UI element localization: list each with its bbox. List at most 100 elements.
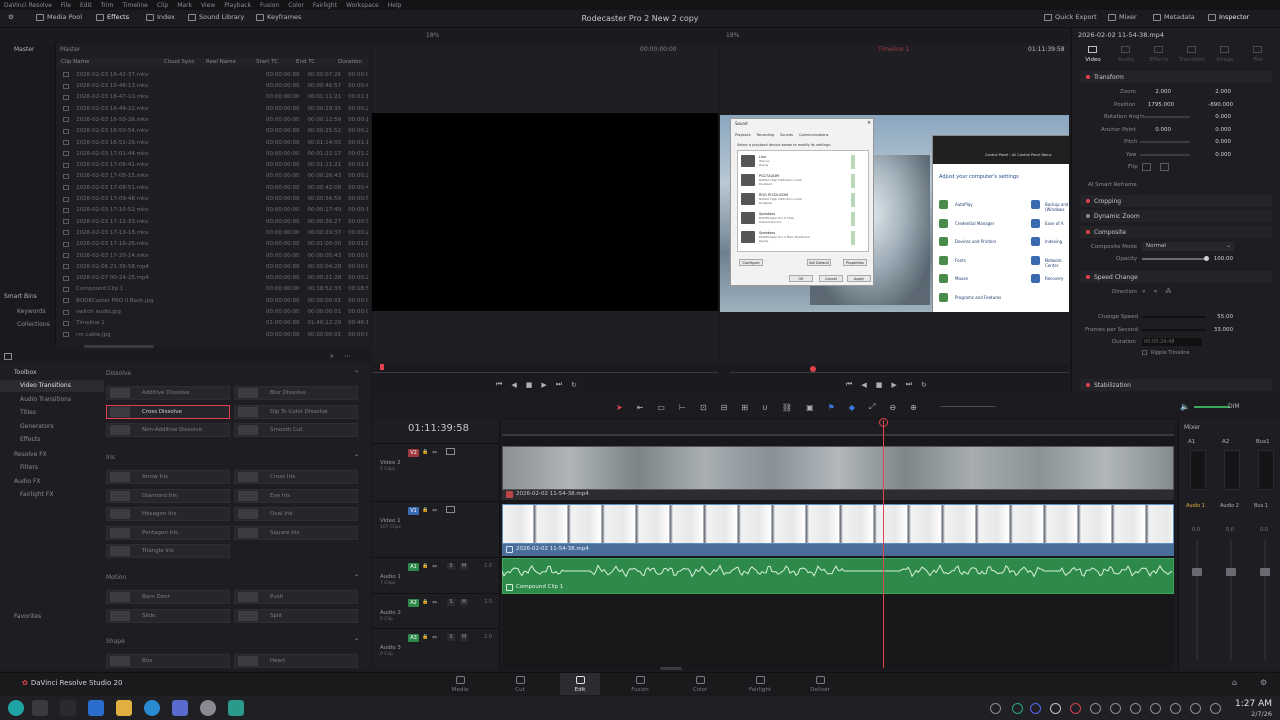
file-explorer-icon[interactable] [116,700,132,716]
speaker-icon[interactable] [1170,703,1181,714]
fx-tree-titles[interactable]: Titles [20,409,36,416]
track-solo-button[interactable]: S [447,634,455,641]
transition-hexagon-iris[interactable]: Hexagon Iris [106,507,230,521]
transition-heart[interactable]: Heart [234,654,358,668]
store-icon[interactable] [88,700,104,716]
timeline-scrubber[interactable] [730,372,1069,373]
page-edit[interactable]: Edit [560,673,600,695]
duration-field[interactable]: 00:05:24:48 [1142,338,1202,346]
skip-start-icon[interactable]: ⏮ [846,380,852,389]
effects-button[interactable]: Effects [96,13,129,21]
cp-item[interactable]: Devices and Printers [955,239,996,244]
opacity-slider[interactable] [1142,258,1206,260]
source-zoom[interactable]: 18% [426,32,439,39]
copilot-icon[interactable] [8,700,24,716]
track-lock-icon[interactable]: 🔒 [422,634,428,640]
stop-icon[interactable]: ■ [526,381,533,389]
track-lock-icon[interactable]: 🔒 [422,507,428,513]
track-autoselect-icon[interactable]: ⇔ [432,507,437,514]
position-x-value[interactable]: 1795.000 [1140,102,1174,108]
yaw-value[interactable]: 0.000 [1203,152,1231,158]
step-back-icon[interactable]: ◀ [511,381,516,389]
media-pool-row[interactable]: switch audio.jpg 00:00:00:00 00:00:00:01 00… [58,306,368,318]
v1-clip[interactable] [502,504,1174,544]
transition-barn-door[interactable]: Barn Door [106,590,230,604]
network-icon[interactable] [1150,703,1161,714]
flip-vertical-icon[interactable] [1160,163,1169,171]
zoom-fit-icon[interactable]: ⤢ [869,402,875,412]
media-pool-row[interactable]: 2026-02-03 17-12-33.mkv 00:00:00:00 00:00:… [58,216,368,228]
cp-item[interactable]: Indexing [1045,239,1069,244]
change-speed-value[interactable]: 55.00 [1203,314,1233,320]
track-mute-button[interactable]: M [460,563,468,570]
fx-tree-video-transitions[interactable]: Video Transitions [20,382,71,389]
zoom-out-icon[interactable]: ⊖ [889,403,896,412]
davinci-taskbar-icon[interactable] [228,700,244,716]
media-pool-row[interactable]: 2026-02-03 16-46-13.mkv 00:00:00:00 00:00:… [58,80,368,92]
inspector-tab-file[interactable]: File [1243,57,1273,63]
media-pool-button[interactable]: Media Pool [36,13,82,21]
media-pool-row[interactable]: 2026-02-03 17-08-51.mkv 00:00:00:00 00:00:… [58,182,368,194]
transition-slide[interactable]: Slide [106,608,230,623]
transition-push[interactable]: Push [234,590,358,604]
timeline-zoom[interactable]: 18% [726,32,739,39]
fx-tree-generators[interactable]: Generators [20,423,54,430]
close-icon[interactable]: × [867,120,871,126]
composite-mode-dropdown[interactable]: Normal ⌄ [1142,242,1234,251]
media-pool-row[interactable]: 2026-02-03 17-16-26.mkv 00:00:00:00 00:01:… [58,239,368,251]
fps-slider[interactable] [1142,329,1206,331]
page-fusion[interactable]: Fusion [620,676,660,693]
lock-icon[interactable]: ▣ [806,403,814,412]
transition-eye-iris[interactable]: Eye Iris [234,488,358,503]
media-pool-row[interactable]: 2026-02-03 17-10-52.mkv 00:00:00:00 00:00:… [58,205,368,217]
track-visibility-icon[interactable] [446,506,455,513]
mixer-fader-handle[interactable] [1260,568,1270,576]
sound-tab-playback[interactable]: Playback [735,133,751,137]
keyframes-button[interactable]: Keyframes [256,13,301,21]
sound-tab-recording[interactable]: Recording [757,133,775,137]
transition-split[interactable]: Split [234,608,358,623]
link-icon[interactable]: ⛓ [782,403,792,412]
track-id[interactable]: V2 [408,449,419,457]
sound-tab-communications[interactable]: Communications [799,133,828,137]
fx-tree-resolve-fx[interactable]: Resolve FX [14,451,47,458]
cp-item[interactable]: Recovery [1045,276,1069,281]
mixer-button[interactable]: Mixer [1108,13,1137,21]
stop-icon[interactable]: ■ [876,381,883,389]
direction-reverse-icon[interactable]: « [1154,288,1158,295]
transition-additive-dissolve[interactable]: Additive Dissolve [106,386,230,400]
speed-slider[interactable] [1142,316,1206,318]
menu-fairlight[interactable]: Fairlight [313,2,337,9]
timeline-zoom-slider[interactable] [940,406,996,407]
clock-date[interactable]: 2/7/26 [1226,710,1272,718]
cp-item[interactable]: Mouse [955,276,968,281]
media-pool-row[interactable]: 2026-02-03 16-49-22.mkv 00:00:00:00 00:00:… [58,103,368,115]
opacity-value[interactable]: 100.00 [1203,256,1233,262]
media-pool-row[interactable]: 2026-02-03 17-01-44.mkv 00:00:00:00 00:01:… [58,148,368,160]
track-autoselect-icon[interactable]: ⇔ [432,563,437,570]
options-icon[interactable]: ⋯ [344,352,351,360]
collapse-icon[interactable]: ⌃ [354,454,359,461]
blade-tool-icon[interactable]: ⊢ [679,403,686,412]
sound-library-button[interactable]: Sound Library [188,13,244,21]
zoom-y-value[interactable]: 2.000 [1203,89,1231,95]
ripple-checkbox[interactable] [1142,350,1147,355]
fx-section-shape[interactable]: Shape [106,638,125,645]
flag-icon[interactable]: ⚑ [828,403,835,412]
transition-diamond-iris[interactable]: Diamond Iris [106,488,230,503]
col-duration[interactable]: Duration [338,59,362,65]
track-id[interactable]: A2 [408,599,419,607]
inspector-tab-transition[interactable]: Transition [1177,57,1207,63]
timeline-viewer-playhead[interactable] [810,366,816,372]
replace-clip-icon[interactable]: ⊞ [741,403,748,412]
stabilization-section[interactable]: Stabilization [1080,379,1272,391]
transition-dip-to-color-dissolve[interactable]: Dip To Color Dissolve [234,404,358,419]
col-end-tc[interactable]: End TC [296,59,315,65]
media-pool-row[interactable]: Timeline 101:00:00:0001:46:12:2900:46:12 [58,318,368,330]
quick-export-button[interactable]: Quick Export [1044,13,1097,21]
fx-section-iris[interactable]: Iris [106,454,115,461]
record-icon[interactable] [1070,703,1081,714]
snapping-icon[interactable]: ∪ [762,403,768,412]
track-lock-icon[interactable]: 🔒 [422,563,428,569]
media-pool-row[interactable]: 2026-02-03 17-06-41.mkv 00:00:00:00 00:01:… [58,159,368,171]
